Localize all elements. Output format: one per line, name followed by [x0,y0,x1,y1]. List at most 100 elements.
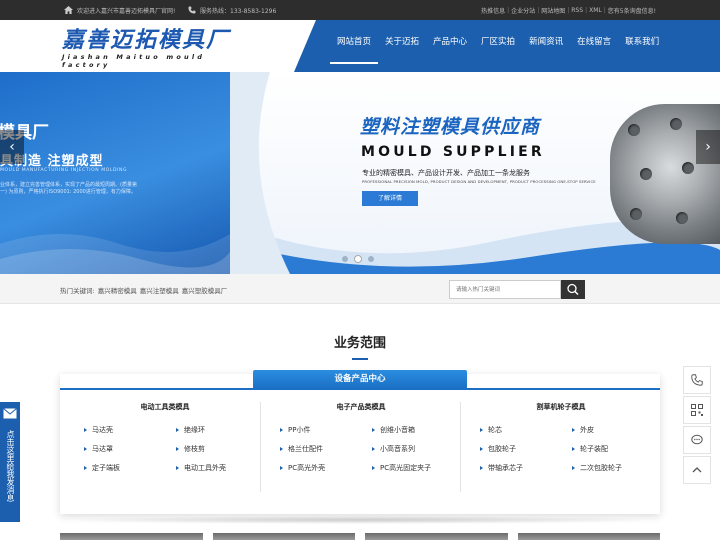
category-column: 电子产品类模具 PP小件 创维小音箱 格兰仕配件 小高音系列 PC高光外壳 PC… [266,402,456,473]
nav-factory[interactable]: 厂区实拍 [474,20,522,64]
search-box [449,280,585,299]
category-item[interactable]: 定子端板 [84,463,176,473]
product-thumbnail[interactable] [517,533,660,540]
hotline-text: 服务热线：133-8583-1296 [200,7,277,15]
category-item[interactable]: PC高光固定夹子 [372,463,464,473]
category-item[interactable]: 外皮 [572,425,664,435]
divider: | [603,6,606,14]
banner-slide-previous: 模具厂 具制造 注塑成型 MOULD MANUFACTURING INJECTI… [0,72,230,274]
slide-desc: 业体系，建立完善管理体系，实现了产品的最短周期。(质量第一) 为原则，严格执行I… [0,182,137,195]
top-link-sitemap[interactable]: 网站地图 [541,6,565,15]
prev-slide-button[interactable]: ‹ [0,130,24,164]
category-item[interactable]: 包胶轮子 [480,444,572,454]
divider: | [567,6,570,14]
product-thumbnail[interactable] [60,533,203,540]
hot-label: 热门关键词: [60,287,95,295]
slide-desc: 专业的精密模具、产品设计开发、产品加工一条龙服务 [362,169,530,177]
banner-slide-current: 塑料注塑模具供应商 MOULD SUPPLIER 专业的精密模具、产品设计开发、… [230,72,720,274]
category-item[interactable]: PP小件 [280,425,372,435]
qrcode-widget[interactable] [683,396,711,424]
nav-contact[interactable]: 联系我们 [618,20,666,64]
logo-en: Jiashan Maituo mould factory [62,53,206,69]
category-column: 电动工具类模具 马达壳 绝缘环 马达罩 修枝剪 定子端板 电动工具外壳 [70,402,260,473]
mould-photo [610,104,720,244]
category-title[interactable]: 电动工具类模具 [70,402,260,416]
hot-keyword-bar: 热门关键词: 嘉兴精密模具 嘉兴注塑模具 嘉兴塑胶模具厂 [0,274,720,304]
category-item[interactable]: 带轴承芯子 [480,463,572,473]
learn-more-button[interactable]: 了解详情 [362,191,418,206]
product-thumbnail[interactable] [212,533,355,540]
phone-widget[interactable] [683,366,711,394]
panel-shadow [62,516,658,524]
back-to-top-button[interactable] [683,456,711,484]
nav-about[interactable]: 关于迈拓 [378,20,426,64]
category-item[interactable]: 轮子装配 [572,444,664,454]
category-item[interactable]: 绝缘环 [176,425,268,435]
product-center-ribbon[interactable]: 设备产品中心 [253,370,467,389]
top-bar: 欢迎进入嘉兴市嘉善迈拓模具厂官网! 服务热线：133-8583-1296 热推信… [0,0,720,20]
top-link-inquiry[interactable]: 您有5条询盘信息! [608,6,656,15]
top-link-xml[interactable]: XML [589,7,602,14]
floating-toolbar [683,366,711,486]
header: 嘉善迈拓模具厂 Jiashan Maituo mould factory 网站首… [0,20,720,72]
hot-keyword[interactable]: 嘉兴精密模具 [98,285,137,295]
section-title: 业务范围 [333,336,386,351]
carousel-dot[interactable] [368,256,374,262]
slide-en-title: MOULD SUPPLIER [361,144,545,160]
top-links: 热推信息 | 企业分站 | 网站地图 | RSS | XML | 您有5条询盘信… [481,0,656,20]
wave-decoration [0,234,230,274]
carousel-dot[interactable] [342,256,348,262]
consult-label: 点击这里给我发消息 [6,430,15,502]
section-underline [352,358,368,360]
home-icon[interactable] [64,6,73,14]
divider: | [507,6,510,14]
category-item[interactable]: 小高音系列 [372,444,464,454]
search-icon [567,283,579,296]
product-thumbnail[interactable] [365,533,508,540]
nav-products[interactable]: 产品中心 [426,20,474,64]
top-link-rss[interactable]: RSS [571,7,583,14]
category-column: 割草机轮子模具 轮芯 外皮 包胶轮子 轮子装配 带轴承芯子 二次包胶轮子 [466,402,656,473]
slide-en: MOULD MANUFACTURING INJECTION MOLDING [0,168,128,173]
qrcode-icon [691,404,703,416]
category-item[interactable]: 创维小音箱 [372,425,464,435]
online-consult-tab[interactable]: 点击这里给我发消息 [0,402,20,522]
hot-keyword[interactable]: 嘉兴塑胶模具厂 [182,285,228,295]
category-item[interactable]: 电动工具外壳 [176,463,268,473]
nav-home[interactable]: 网站首页 [330,20,379,64]
category-item[interactable]: PC高光外壳 [280,463,372,473]
slide-title: 塑料注塑模具供应商 [360,116,541,138]
welcome-area: 欢迎进入嘉兴市嘉善迈拓模具厂官网! [64,0,175,20]
phone-icon [691,374,703,386]
search-input[interactable] [449,280,561,299]
divider: | [537,6,540,14]
hotline-area: 服务热线：133-8583-1296 [188,0,276,20]
category-item[interactable]: 修枝剪 [176,444,268,454]
main-nav: 网站首页 关于迈拓 产品中心 厂区实拍 新闻资讯 在线留言 联系我们 [294,20,720,72]
category-item[interactable]: 马达罩 [84,444,176,454]
banner-carousel: 模具厂 具制造 注塑成型 MOULD MANUFACTURING INJECTI… [0,72,720,274]
top-link-hot[interactable]: 热推信息 [481,6,505,15]
nav-news[interactable]: 新闻资讯 [522,20,570,64]
category-title[interactable]: 电子产品类模具 [266,402,456,416]
column-divider [460,402,461,492]
phone-icon [188,6,196,14]
category-item[interactable]: 马达壳 [84,425,176,435]
carousel-dots [342,256,374,262]
welcome-text: 欢迎进入嘉兴市嘉善迈拓模具厂官网! [77,7,176,15]
message-widget[interactable] [683,426,711,454]
search-button[interactable] [561,280,585,299]
nav-message[interactable]: 在线留言 [570,20,618,64]
column-divider [260,402,261,492]
category-item[interactable]: 格兰仕配件 [280,444,372,454]
category-item[interactable]: 轮芯 [480,425,572,435]
hot-keyword[interactable]: 嘉兴注塑模具 [140,285,179,295]
carousel-dot-active[interactable] [355,256,361,262]
category-title[interactable]: 割草机轮子模具 [466,402,656,416]
top-link-branch[interactable]: 企业分站 [511,6,535,15]
category-item[interactable]: 二次包胶轮子 [572,463,664,473]
next-slide-button[interactable]: › [696,130,720,164]
logo[interactable]: 嘉善迈拓模具厂 Jiashan Maituo mould factory [62,28,242,69]
hot-keywords: 热门关键词: 嘉兴精密模具 嘉兴注塑模具 嘉兴塑胶模具厂 [60,274,227,306]
mail-icon [3,408,17,419]
